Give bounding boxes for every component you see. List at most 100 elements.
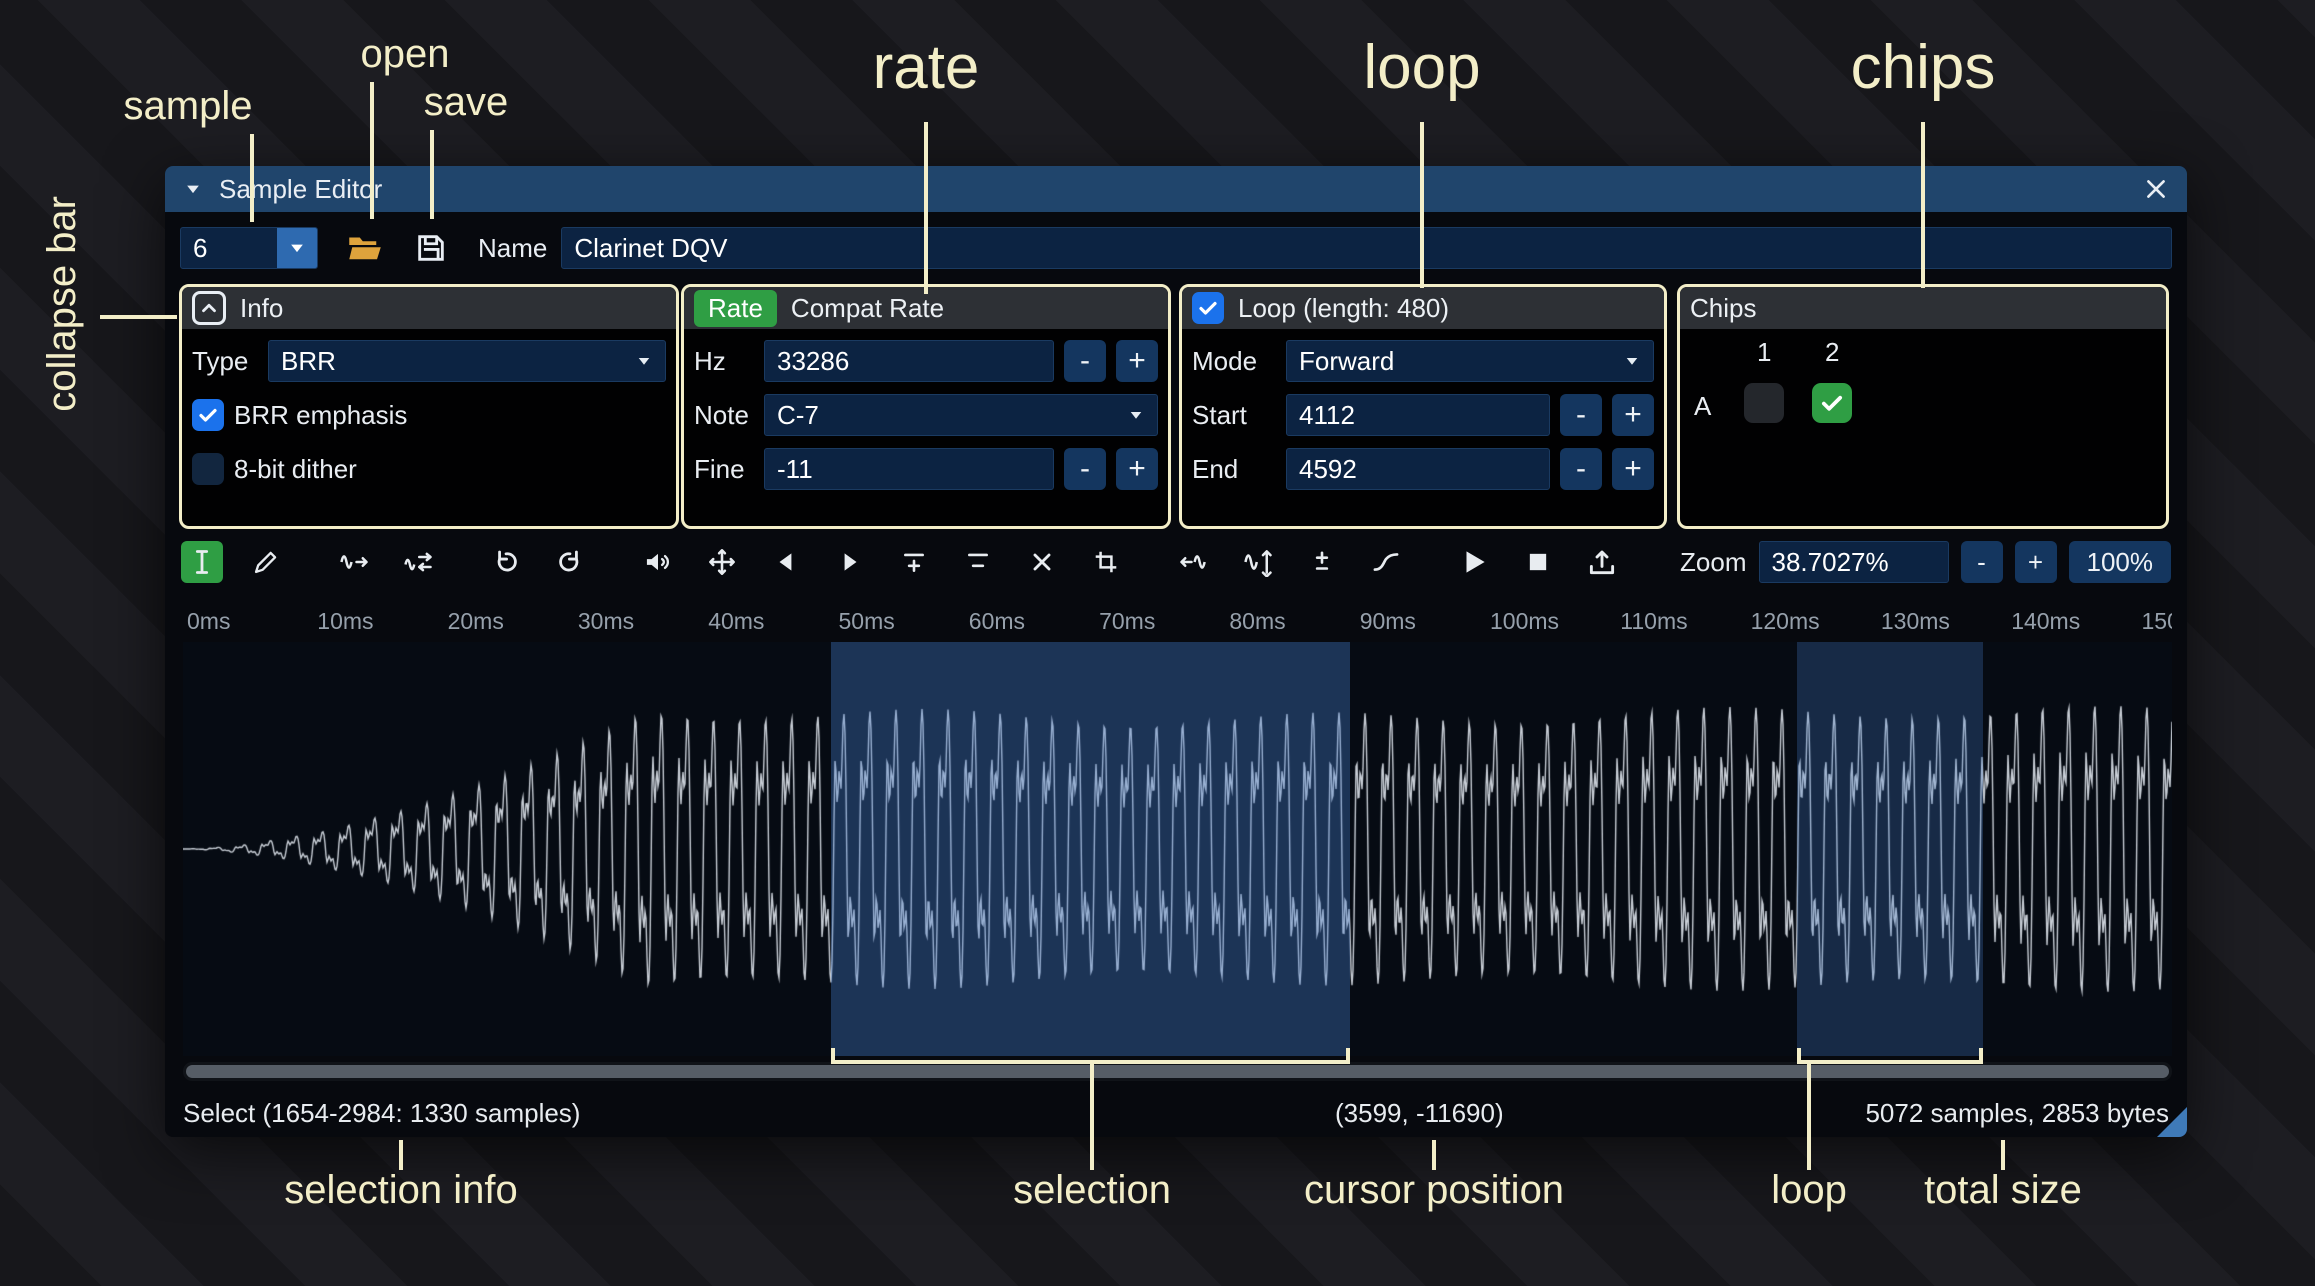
collapse-bar-button[interactable] bbox=[192, 291, 226, 325]
resample-button[interactable] bbox=[397, 541, 439, 583]
amplify-button[interactable] bbox=[637, 541, 679, 583]
scrollbar-thumb[interactable] bbox=[186, 1065, 2169, 1078]
chevron-down-icon bbox=[287, 238, 307, 258]
timeline-label: 110ms bbox=[1620, 608, 1687, 635]
fine-minus-button[interactable]: - bbox=[1064, 448, 1106, 490]
window-collapse-icon[interactable] bbox=[183, 179, 203, 199]
resize-button[interactable] bbox=[333, 541, 375, 583]
wave-invert-icon bbox=[1243, 547, 1273, 577]
plus-minus-icon bbox=[1309, 549, 1335, 575]
sample-selector-dropdown-button[interactable] bbox=[277, 228, 317, 268]
dither-checkbox[interactable] bbox=[192, 453, 224, 485]
loop-mode-select[interactable]: Forward bbox=[1286, 340, 1654, 382]
annotation-line-open bbox=[370, 82, 374, 219]
draw-tool-button[interactable] bbox=[245, 541, 287, 583]
info-panel-header: Info bbox=[182, 287, 676, 329]
reverse-button[interactable] bbox=[1173, 541, 1215, 583]
create-wavetable-button[interactable] bbox=[1581, 541, 1623, 583]
fade-out-button[interactable] bbox=[829, 541, 871, 583]
fine-plus-button[interactable]: + bbox=[1116, 448, 1158, 490]
loop-panel: Loop (length: 480) Mode Forward Start 41… bbox=[1179, 284, 1667, 529]
fade-in-button[interactable] bbox=[765, 541, 807, 583]
sign-flip-button[interactable] bbox=[1301, 541, 1343, 583]
annotation-chips: chips bbox=[1851, 32, 1996, 103]
apply-silence-button[interactable] bbox=[957, 541, 999, 583]
undo-button[interactable] bbox=[485, 541, 527, 583]
loop-start-plus-button[interactable]: + bbox=[1612, 394, 1654, 436]
fine-input-value: -11 bbox=[777, 454, 813, 485]
annotation-loop: loop bbox=[1363, 32, 1480, 103]
loop-end-input[interactable]: 4592 bbox=[1286, 448, 1550, 490]
fine-input[interactable]: -11 bbox=[764, 448, 1054, 490]
zoom-value-field[interactable]: 38.7027% bbox=[1759, 541, 1949, 583]
brr-emphasis-checkbox[interactable] bbox=[192, 399, 224, 431]
annotation-selection: selection bbox=[1013, 1168, 1171, 1213]
hz-plus-button[interactable]: + bbox=[1116, 340, 1158, 382]
select-tool-button[interactable] bbox=[181, 541, 223, 583]
loop-end-value: 4592 bbox=[1299, 454, 1357, 485]
chip-a1-checkbox[interactable] bbox=[1744, 383, 1784, 423]
filter-button[interactable] bbox=[1365, 541, 1407, 583]
open-button[interactable] bbox=[342, 227, 388, 269]
timeline-ruler[interactable]: 0ms10ms20ms30ms40ms50ms60ms70ms80ms90ms1… bbox=[183, 606, 2172, 640]
annotation-line-collapse-bar bbox=[100, 315, 177, 319]
play-icon bbox=[1459, 547, 1489, 577]
zoom-reset-button[interactable]: 100% bbox=[2069, 541, 2172, 583]
preview-play-button[interactable] bbox=[1453, 541, 1495, 583]
invert-button[interactable] bbox=[1237, 541, 1279, 583]
type-select[interactable]: BRR bbox=[268, 340, 666, 382]
chips-panel-header: Chips bbox=[1680, 287, 2166, 329]
timeline-label: 90ms bbox=[1360, 608, 1416, 635]
annotation-line-chips bbox=[1921, 122, 1925, 288]
wave-resample-icon bbox=[403, 547, 433, 577]
crop-icon bbox=[1093, 549, 1119, 575]
folder-open-icon bbox=[347, 230, 383, 266]
loop-start-minus-button[interactable]: - bbox=[1560, 394, 1602, 436]
loop-start-input[interactable]: 4112 bbox=[1286, 394, 1550, 436]
save-button[interactable] bbox=[408, 227, 454, 269]
redo-icon bbox=[556, 548, 584, 576]
chips-panel: Chips 1 2 A bbox=[1677, 284, 2169, 529]
pencil-icon bbox=[252, 548, 280, 576]
name-input[interactable]: Clarinet DQV bbox=[561, 227, 2172, 269]
timeline-label: 30ms bbox=[578, 608, 634, 635]
info-panel-title: Info bbox=[240, 293, 283, 324]
sample-selector-value: 6 bbox=[193, 233, 207, 264]
mode-label: Mode bbox=[1192, 346, 1276, 377]
normalize-button[interactable] bbox=[701, 541, 743, 583]
hz-input[interactable]: 33286 bbox=[764, 340, 1054, 382]
rate-badge[interactable]: Rate bbox=[694, 290, 777, 327]
preview-stop-button[interactable] bbox=[1517, 541, 1559, 583]
trim-button[interactable] bbox=[1085, 541, 1127, 583]
status-bar: Select (1654-2984: 1330 samples) (3599, … bbox=[165, 1086, 2187, 1137]
waveform-scrollbar[interactable] bbox=[183, 1062, 2172, 1081]
delete-button[interactable] bbox=[1021, 541, 1063, 583]
loop-end-plus-button[interactable]: + bbox=[1612, 448, 1654, 490]
controls-row: 6 Name Clarinet DQV bbox=[165, 224, 2187, 272]
loop-enable-checkbox[interactable] bbox=[1192, 292, 1224, 324]
stop-icon bbox=[1524, 548, 1552, 576]
redo-button[interactable] bbox=[549, 541, 591, 583]
loop-end-minus-button[interactable]: - bbox=[1560, 448, 1602, 490]
zoom-out-button[interactable]: - bbox=[1961, 541, 2003, 583]
speaker-icon bbox=[644, 548, 672, 576]
silence-minus-icon bbox=[965, 549, 991, 575]
resize-grip[interactable] bbox=[2157, 1107, 2187, 1137]
waveform-area[interactable] bbox=[183, 642, 2172, 1056]
selection-region[interactable] bbox=[831, 642, 1350, 1056]
insert-silence-button[interactable] bbox=[893, 541, 935, 583]
sample-selector[interactable]: 6 bbox=[180, 227, 318, 269]
loop-end-label: End bbox=[1192, 454, 1276, 485]
hz-minus-button[interactable]: - bbox=[1064, 340, 1106, 382]
titlebar[interactable]: Sample Editor bbox=[165, 166, 2187, 212]
timeline-label: 60ms bbox=[969, 608, 1025, 635]
zoom-in-button[interactable]: + bbox=[2015, 541, 2057, 583]
loop-region[interactable] bbox=[1797, 642, 1983, 1056]
annotation-sample: sample bbox=[124, 84, 253, 129]
chip-a2-checkbox[interactable] bbox=[1812, 383, 1852, 423]
note-select[interactable]: C-7 bbox=[764, 394, 1158, 436]
wave-reverse-icon bbox=[1179, 547, 1209, 577]
sample-toolbar: Zoom 38.7027% - + 100% bbox=[165, 538, 2187, 586]
zoom-value: 38.7027% bbox=[1772, 547, 1889, 578]
close-icon[interactable] bbox=[2143, 176, 2169, 202]
